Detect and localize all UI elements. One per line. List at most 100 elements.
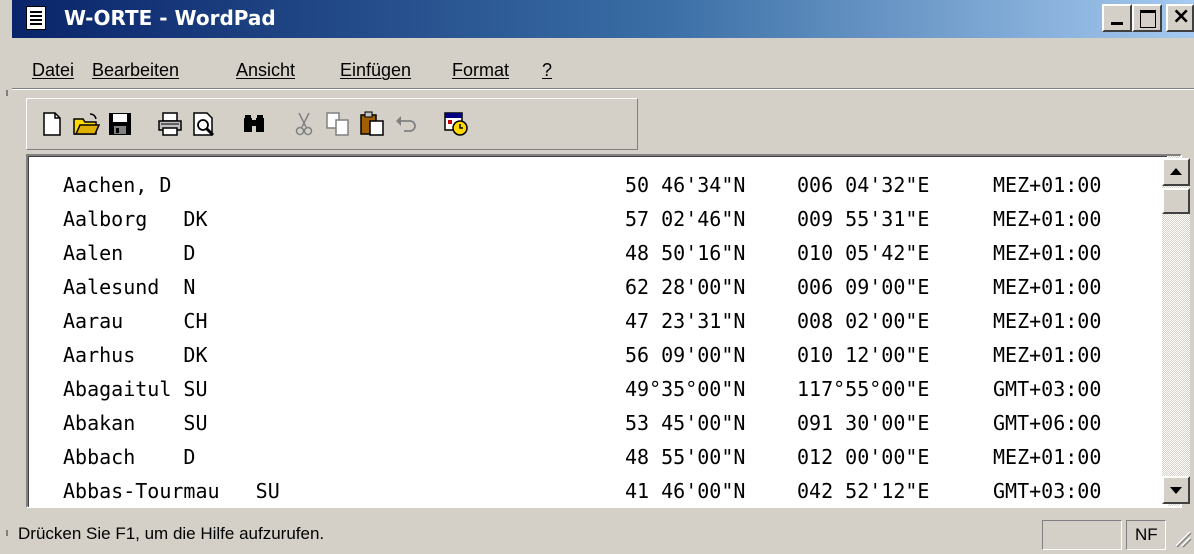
paste-button[interactable]	[357, 109, 387, 139]
resize-grip-icon[interactable]	[1170, 526, 1192, 548]
new-document-icon	[43, 112, 61, 136]
print-button[interactable]	[155, 109, 185, 139]
table-row: Abakan SU 53 45'00"N 091 30'00"E GMT+06:…	[63, 411, 1163, 445]
scroll-thumb[interactable]	[1162, 188, 1190, 214]
copy-icon	[326, 112, 349, 136]
timezone: MEZ+01:00	[993, 343, 1102, 367]
table-row: Aarau CH 47 23'31"N 008 02'00"E MEZ+01:0…	[63, 309, 1163, 343]
longitude: 008 02'00"E	[797, 309, 930, 333]
arrow-up-icon	[1170, 168, 1182, 175]
status-help-text: Drücken Sie F1, um die Hilfe aufzurufen.	[18, 524, 325, 543]
longitude: 006 09'00"E	[797, 275, 930, 299]
minimize-icon	[1111, 22, 1123, 25]
latitude: 56 09'00"N	[625, 343, 746, 367]
timezone: GMT+03:00	[993, 377, 1102, 401]
longitude: 012 00'00"E	[797, 445, 930, 469]
find-binoculars-icon	[244, 115, 264, 132]
print-preview-icon	[193, 112, 215, 137]
longitude: 117°55°00"E	[797, 377, 930, 401]
title-bar[interactable]: W-ORTE - WordPad ×	[12, 0, 1194, 38]
cut-scissors-icon	[295, 112, 313, 136]
save-disk-icon	[109, 113, 131, 135]
close-icon: ×	[1172, 4, 1191, 29]
place-name: Abakan SU	[63, 411, 208, 435]
new-button[interactable]	[37, 109, 67, 139]
close-button[interactable]: ×	[1166, 4, 1194, 32]
table-row: Aalborg DK 57 02'46"N 009 55'31"E MEZ+01…	[63, 207, 1163, 241]
table-row: Abbas-Tourmau SU 41 46'00"N 042 52'12"E …	[63, 479, 1163, 507]
print-preview-button[interactable]	[189, 109, 219, 139]
save-button[interactable]	[105, 109, 135, 139]
menu-ansicht[interactable]: Ansicht	[236, 60, 295, 81]
latitude: 48 55'00"N	[625, 445, 746, 469]
place-name: Aalesund N	[63, 275, 196, 299]
menu-bearbeiten[interactable]: Bearbeiten	[92, 60, 179, 81]
timezone: GMT+06:00	[993, 411, 1102, 435]
window-title: W-ORTE - WordPad	[64, 6, 276, 30]
timezone: MEZ+01:00	[993, 241, 1102, 265]
document-content[interactable]: Aachen, D 50 46'34"N 006 04'32"E MEZ+01:…	[28, 156, 1167, 507]
place-name: Aarhus DK	[63, 343, 208, 367]
desktop-tick	[6, 530, 8, 536]
timezone: MEZ+01:00	[993, 445, 1102, 469]
scrollbar-column[interactable]	[1162, 158, 1190, 504]
timezone: MEZ+01:00	[993, 207, 1102, 231]
timezone: GMT+03:00	[993, 479, 1102, 503]
table-row: Abbach D 48 55'00"N 012 00'00"E MEZ+01:0…	[63, 445, 1163, 479]
place-name: Aachen, D	[63, 173, 172, 197]
find-button[interactable]	[239, 109, 269, 139]
place-name: Aalborg DK	[63, 207, 208, 231]
desktop-tick	[6, 90, 8, 96]
table-row: Aalesund N 62 28'00"N 006 09'00"E MEZ+01…	[63, 275, 1163, 309]
longitude: 009 55'31"E	[797, 207, 930, 231]
longitude: 010 12'00"E	[797, 343, 930, 367]
open-button[interactable]	[71, 109, 101, 139]
date-time-icon	[444, 112, 468, 136]
date-time-button[interactable]	[441, 109, 471, 139]
toolbar	[26, 98, 638, 150]
latitude: 53 45'00"N	[625, 411, 746, 435]
menu-einfuegen[interactable]: Einfügen	[340, 60, 411, 81]
place-name: Abbas-Tourmau SU	[63, 479, 280, 503]
arrow-down-icon	[1170, 487, 1182, 494]
wordpad-document-icon[interactable]	[26, 6, 46, 30]
cut-button[interactable]	[289, 109, 319, 139]
longitude: 010 05'42"E	[797, 241, 930, 265]
menu-help[interactable]: ?	[542, 60, 552, 81]
table-row: Aalen D 48 50'16"N 010 05'42"E MEZ+01:00	[63, 241, 1163, 275]
menu-bar: Datei Bearbeiten Ansicht Einfügen Format…	[12, 52, 1194, 86]
paste-icon	[360, 111, 384, 136]
menu-format[interactable]: Format	[452, 60, 509, 81]
table-row: Abagaitul SU 49°35°00"N 117°55°00"E GMT+…	[63, 377, 1163, 411]
latitude: 47 23'31"N	[625, 309, 746, 333]
print-icon	[158, 112, 182, 136]
toolbar-separator	[12, 88, 1194, 90]
desktop-edge	[0, 0, 12, 554]
wordpad-window: W-ORTE - WordPad × Datei Bearbeiten Ansi…	[12, 0, 1194, 554]
maximize-icon	[1140, 10, 1156, 28]
undo-icon	[396, 116, 416, 132]
menu-datei[interactable]: Datei	[32, 60, 74, 81]
copy-button[interactable]	[323, 109, 353, 139]
undo-button[interactable]	[391, 109, 421, 139]
place-name: Aalen D	[63, 241, 196, 265]
document-area[interactable]: Aachen, D 50 46'34"N 006 04'32"E MEZ+01:…	[26, 154, 1182, 508]
place-name: Abagaitul SU	[63, 377, 208, 401]
timezone: MEZ+01:00	[993, 173, 1102, 197]
scroll-up-button[interactable]	[1162, 158, 1190, 186]
maximize-button[interactable]	[1132, 4, 1162, 32]
minimize-button[interactable]	[1102, 4, 1132, 32]
status-pane-empty	[1042, 520, 1122, 550]
scroll-down-button[interactable]	[1162, 476, 1190, 504]
status-pane-nf: NF	[1126, 520, 1166, 550]
latitude: 48 50'16"N	[625, 241, 746, 265]
latitude: 49°35°00"N	[625, 377, 746, 401]
open-folder-icon	[73, 113, 100, 135]
place-name: Abbach D	[63, 445, 196, 469]
table-row: Aachen, D 50 46'34"N 006 04'32"E MEZ+01:…	[63, 173, 1163, 207]
latitude: 50 46'34"N	[625, 173, 746, 197]
status-bar: Drücken Sie F1, um die Hilfe aufzurufen.…	[12, 514, 1194, 554]
longitude: 042 52'12"E	[797, 479, 930, 503]
table-row: Aarhus DK 56 09'00"N 010 12'00"E MEZ+01:…	[63, 343, 1163, 377]
timezone: MEZ+01:00	[993, 309, 1102, 333]
